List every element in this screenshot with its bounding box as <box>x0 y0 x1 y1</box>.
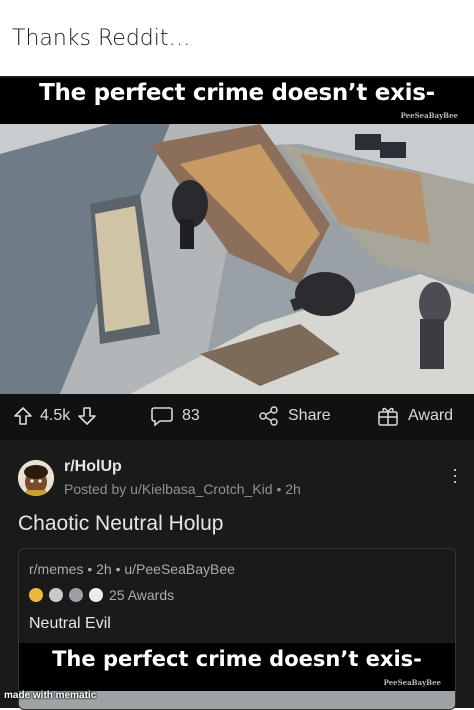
banner-text: The perfect crime doesn’t exis- <box>39 80 435 106</box>
award-badge-icon <box>29 588 43 602</box>
more-options-icon[interactable]: · · · <box>452 460 458 490</box>
award-badge-icon <box>89 588 103 602</box>
comment-icon <box>150 405 174 427</box>
crosspost-title: Neutral Evil <box>29 615 111 632</box>
award-button[interactable]: Award <box>376 405 453 427</box>
share-button[interactable]: Share <box>258 405 331 427</box>
post-action-bar: 4.5k 83 Share Award <box>0 394 474 440</box>
video-title-banner: The perfect crime doesn’t exis- PeeSeaBa… <box>0 78 474 124</box>
share-icon <box>258 405 280 427</box>
video-still[interactable] <box>0 124 474 394</box>
vote-group: 4.5k <box>12 405 98 427</box>
crosspost-banner: The perfect crime doesn’t exis- PeeSeaBa… <box>19 643 455 691</box>
crosspost-banner-text: The perfect crime doesn’t exis- <box>52 647 422 671</box>
post-card: r/HolUp Posted by u/Kielbasa_Crotch_Kid … <box>0 446 474 710</box>
upvote-icon[interactable] <box>12 405 34 427</box>
award-icon <box>376 405 400 427</box>
subreddit-avatar[interactable] <box>18 460 54 496</box>
crosspost-banner-credit: PeeSeaBayBee <box>383 678 441 687</box>
share-label: Share <box>288 407 331 424</box>
upvote-count: 4.5k <box>40 407 71 424</box>
crosspost-awards: 25 Awards <box>29 587 174 603</box>
awards-count: 25 Awards <box>109 587 175 603</box>
crosspost-card[interactable]: r/memes • 2h • u/PeeSeaBayBee 25 Awards … <box>18 548 456 710</box>
comments-button[interactable]: 83 <box>150 405 200 427</box>
banner-credit: PeeSeaBayBee <box>400 111 458 120</box>
post-title[interactable]: Chaotic Neutral Holup <box>18 512 223 536</box>
comment-count: 83 <box>182 407 200 424</box>
award-badge-icon <box>69 588 83 602</box>
award-badge-icon <box>49 588 63 602</box>
posted-by[interactable]: Posted by u/Kielbasa_Crotch_Kid • 2h <box>64 481 301 497</box>
crosspost-meta[interactable]: r/memes • 2h • u/PeeSeaBayBee <box>29 561 235 577</box>
store-cctv-scene <box>0 124 474 394</box>
subreddit-name[interactable]: r/HolUp <box>64 458 122 476</box>
award-label: Award <box>408 407 454 424</box>
app-watermark: made with mematic <box>4 690 97 701</box>
meme-caption: Thanks Reddit… <box>12 26 191 51</box>
downvote-icon[interactable] <box>76 405 98 427</box>
